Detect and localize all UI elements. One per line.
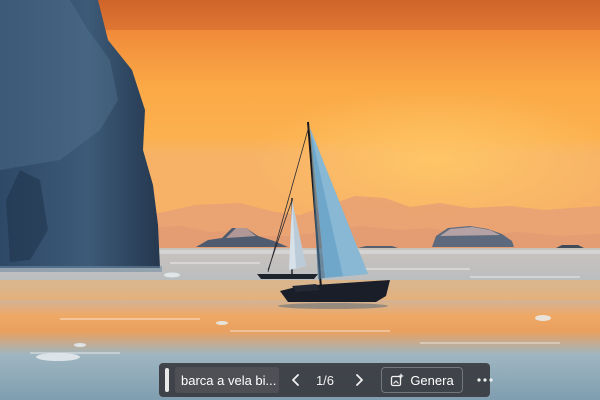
next-result-button[interactable] [347,367,371,393]
add-image-icon [391,373,404,387]
search-query-field[interactable]: barca a vela bi... [175,367,279,393]
more-options-button[interactable] [471,367,499,393]
chevron-left-icon [292,374,299,386]
previous-result-button[interactable] [284,367,308,393]
drag-handle[interactable] [165,368,169,392]
generate-button[interactable]: Genera [381,367,463,393]
result-counter: 1/6 [315,372,335,388]
visual-search-toolbar: barca a vela bi... 1/6 Genera [159,363,493,397]
chevron-right-icon [356,374,363,386]
more-horizontal-icon [477,378,493,382]
generate-label: Genera [410,372,454,388]
search-query-text: barca a vela bi... [181,372,277,388]
background-photo [0,0,600,400]
